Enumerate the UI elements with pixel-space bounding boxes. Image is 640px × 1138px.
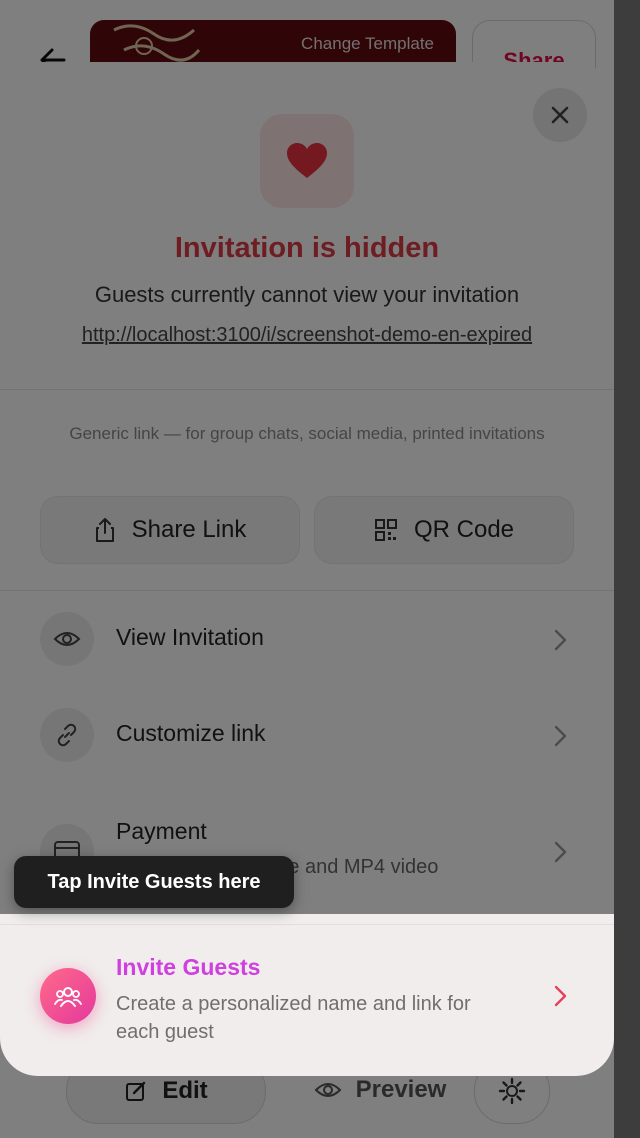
group-icon: [54, 987, 82, 1007]
invite-guests-description: Create a personalized name and link for …: [116, 993, 471, 1043]
group-icon-circle: [40, 968, 96, 1024]
menu-item-invite-guests[interactable]: Invite Guests Create a personalized name…: [0, 914, 614, 1076]
divider: [0, 924, 614, 925]
onboarding-tooltip: Tap Invite Guests here: [14, 856, 294, 908]
chevron-right-icon: [554, 985, 567, 1007]
invite-guests-title: Invite Guests: [116, 954, 261, 980]
